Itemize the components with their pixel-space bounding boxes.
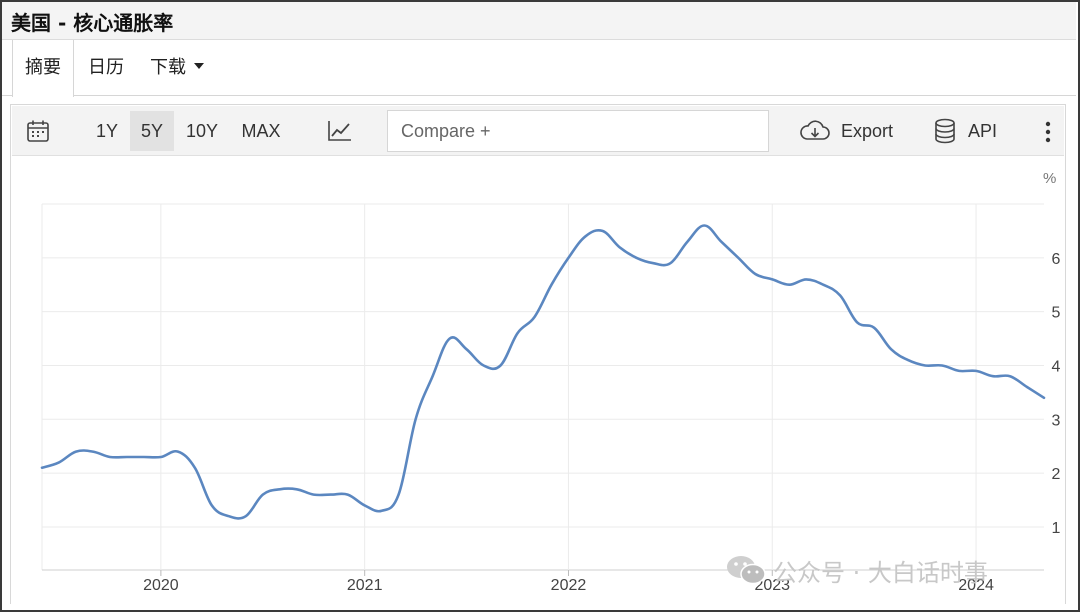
x-tick-label: 2021 [347,577,383,594]
series-line[interactable] [40,224,1046,520]
y-tick-label: 3 [1052,412,1061,429]
y-tick-label: 2 [1052,466,1061,483]
y-tick-label: 1 [1052,520,1061,537]
wechat-icon [725,553,767,587]
y-tick-label: 6 [1052,251,1061,268]
line-chart: 1234562020 2021 2022 2023 2024 [40,203,1061,594]
watermark-text: 公众号 · 大白话时事 [773,558,988,587]
watermark: 公众号 · 大白话时事 [725,551,988,589]
y-tick-label: 4 [1052,358,1061,375]
x-tick-label: 2020 [143,577,179,594]
y-tick-label: 5 [1052,305,1061,322]
x-tick-label: 2022 [551,577,587,594]
